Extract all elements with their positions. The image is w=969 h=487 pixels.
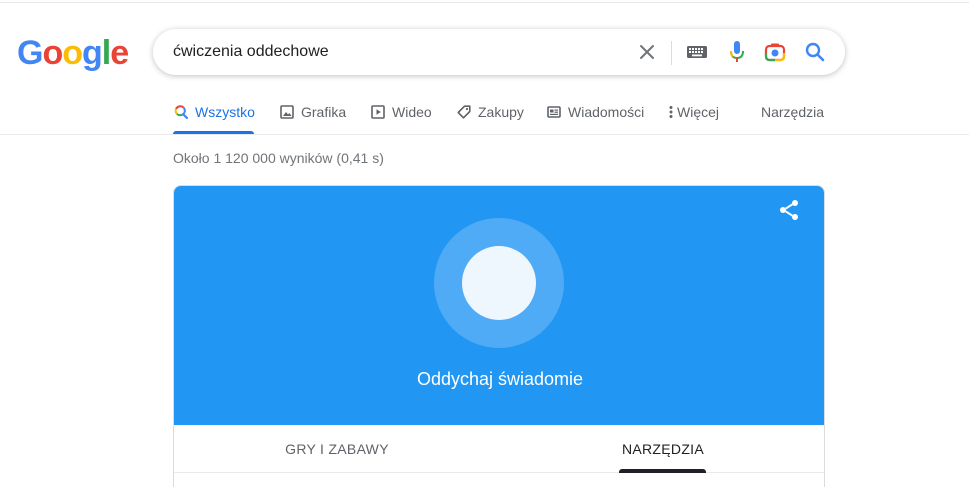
voice-search-button[interactable] xyxy=(723,29,751,75)
video-icon xyxy=(370,100,386,124)
tag-icon xyxy=(456,100,472,124)
search-box[interactable]: ćwiczenia oddechowe xyxy=(153,29,845,75)
search-button[interactable] xyxy=(801,29,829,75)
lens-search-button[interactable] xyxy=(761,29,789,75)
keyboard-button[interactable] xyxy=(683,29,711,75)
search-divider xyxy=(671,41,672,65)
camera-icon xyxy=(764,43,786,62)
tools-label: Narzędzia xyxy=(761,104,825,120)
tab-label: Wideo xyxy=(392,104,432,120)
logo-letter: e xyxy=(110,34,129,72)
tab-all[interactable]: Wszystko xyxy=(173,100,255,135)
tab-label: Grafika xyxy=(301,104,347,120)
microphone-icon xyxy=(730,41,744,62)
image-icon xyxy=(279,100,295,124)
top-border xyxy=(0,2,969,3)
close-icon xyxy=(640,45,654,59)
tab-label: Zakupy xyxy=(478,104,524,120)
logo-letter: l xyxy=(101,34,112,72)
tab-label: Więcej xyxy=(677,104,720,120)
breathing-panel[interactable]: Oddychaj świadomie xyxy=(174,186,824,425)
tab-label: Wszystko xyxy=(195,104,255,120)
search-icon xyxy=(805,42,825,62)
breathing-exercise-card: Oddychaj świadomie GRY I ZABAWY NARZĘDZI… xyxy=(173,185,825,487)
news-icon xyxy=(546,100,562,124)
tab-games[interactable]: GRY I ZABAWY xyxy=(174,425,500,473)
tab-label: Wiadomości xyxy=(568,104,645,120)
search-input[interactable]: ćwiczenia oddechowe xyxy=(173,42,329,62)
breathing-circle[interactable] xyxy=(462,246,536,320)
breathing-label: Oddychaj świadomie xyxy=(416,369,584,389)
tools-button[interactable]: Narzędzia xyxy=(761,100,824,135)
share-button[interactable] xyxy=(777,198,801,222)
logo-letter: g xyxy=(82,34,103,72)
search-icon xyxy=(173,100,189,124)
more-vert-icon xyxy=(667,100,675,124)
google-logo[interactable]: Google xyxy=(17,34,129,72)
result-stats: Około 1 120 000 wyników (0,41 s) xyxy=(173,150,384,166)
logo-letter: o xyxy=(62,34,83,72)
tabs-divider xyxy=(0,134,969,135)
keyboard-icon xyxy=(687,46,707,58)
tab-more[interactable]: Więcej xyxy=(667,100,719,135)
tab-shopping[interactable]: Zakupy xyxy=(456,100,524,135)
clear-button[interactable] xyxy=(633,29,661,75)
tab-images[interactable]: Grafika xyxy=(279,100,346,135)
share-icon xyxy=(780,200,798,220)
tab-tools[interactable]: NARZĘDZIA xyxy=(500,425,824,473)
logo-letter: G xyxy=(17,34,43,72)
tab-videos[interactable]: Wideo xyxy=(370,100,432,135)
card-tabs: GRY I ZABAWY NARZĘDZIA xyxy=(174,425,824,473)
search-tabs: Wszystko Grafika Wideo Zakupy Wiadomości… xyxy=(0,100,969,136)
logo-letter: o xyxy=(42,34,63,72)
card-active-tab-indicator xyxy=(619,469,706,473)
tab-news[interactable]: Wiadomości xyxy=(546,100,644,135)
